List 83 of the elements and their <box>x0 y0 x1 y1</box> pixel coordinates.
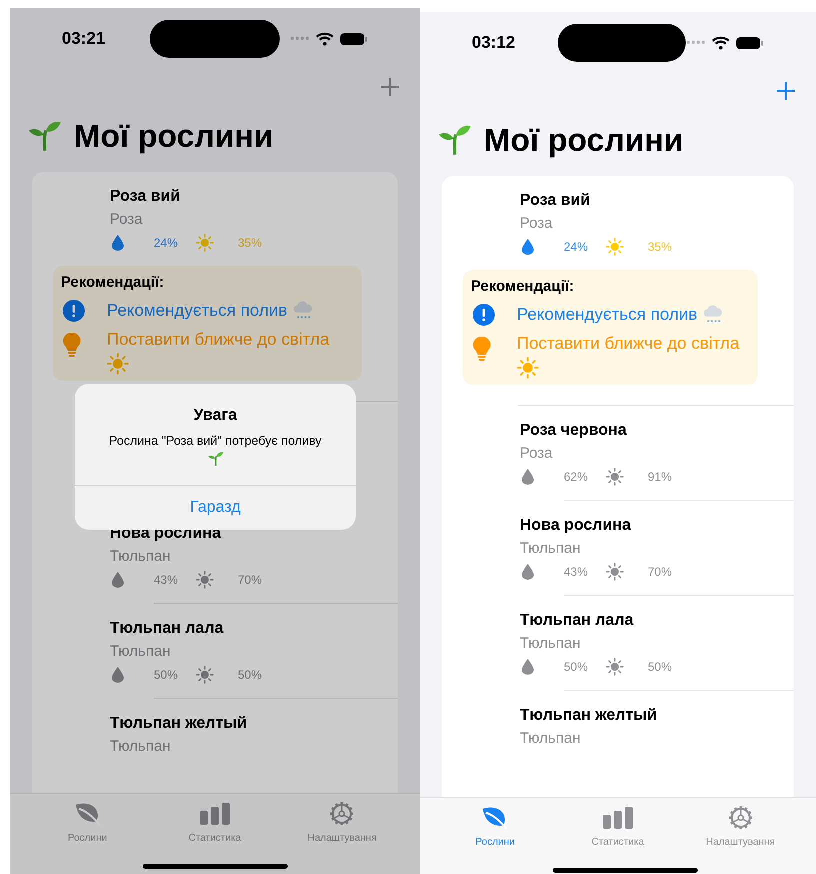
light-value: 70% <box>238 572 262 588</box>
plant-name[interactable]: Тюльпан желтый <box>110 712 398 734</box>
water-drop-icon <box>522 564 534 580</box>
plus-icon <box>776 81 796 101</box>
bar-chart-icon <box>198 802 231 826</box>
sun-icon <box>196 570 214 588</box>
plant-name[interactable]: Нова рослина <box>520 514 794 536</box>
leaf-icon <box>74 802 102 826</box>
water-drop-icon <box>112 235 124 251</box>
plant-species: Тюльпан <box>110 736 172 756</box>
sun-icon <box>196 666 214 684</box>
plant-species: Тюльпан <box>110 642 172 662</box>
light-value: 91% <box>648 468 672 486</box>
moisture-value: 62% <box>564 468 590 486</box>
plant-species: Роза <box>520 214 554 234</box>
sun-icon <box>606 658 624 676</box>
status-time: 03:21 <box>62 28 106 50</box>
tab-item[interactable]: Рослини <box>434 804 557 850</box>
light-bulb-icon <box>63 332 81 358</box>
plant-species: Тюльпан <box>520 634 582 654</box>
water-drop-icon <box>522 658 534 674</box>
sun-icon <box>517 356 539 378</box>
light-value: 35% <box>648 239 672 256</box>
sun-icon <box>196 234 214 252</box>
wifi-icon <box>316 32 334 46</box>
sun-icon <box>107 352 129 374</box>
recommendation-text: Поставити ближче до світла <box>517 334 740 352</box>
sun-icon <box>606 238 624 256</box>
recommendations-title: Рекомендації: <box>471 277 576 297</box>
add-button[interactable] <box>774 79 798 103</box>
plus-icon <box>380 77 400 97</box>
sprout-icon <box>28 119 62 153</box>
battery-icon <box>340 32 368 46</box>
light-value: 50% <box>238 666 262 684</box>
status-time: 03:12 <box>472 32 516 54</box>
recommendation-text: Поставити ближче до світла <box>107 330 330 348</box>
moisture-value: 50% <box>154 666 180 684</box>
alert-title: Увага <box>194 406 238 426</box>
moisture-value: 43% <box>564 564 590 580</box>
plant-name[interactable]: Роза червона <box>520 420 794 442</box>
recommendations-title: Рекомендації: <box>61 273 166 293</box>
alert-message: Рослина "Роза вий" потребує поливу <box>108 433 323 450</box>
water-drop-icon <box>112 666 124 682</box>
light-bulb-icon <box>473 336 491 362</box>
sun-icon <box>606 468 624 486</box>
plant-species: Тюльпан <box>520 728 582 748</box>
plant-name[interactable]: Роза вий <box>520 190 794 212</box>
plant-species: Тюльпан <box>110 546 172 566</box>
moisture-value: 24% <box>154 235 180 252</box>
plant-species: Роза <box>520 444 554 464</box>
sprout-icon <box>438 123 472 157</box>
plant-species: Роза <box>110 210 144 230</box>
gear-icon <box>728 805 754 831</box>
exclamation-icon <box>473 304 495 326</box>
exclamation-icon <box>63 300 85 322</box>
plant-name[interactable]: Тюльпан лала <box>110 618 398 640</box>
plant-species: Тюльпан <box>520 538 582 558</box>
plant-name[interactable]: Тюльпан лала <box>520 610 794 632</box>
water-drop-icon <box>522 239 534 255</box>
sun-icon <box>606 562 624 580</box>
signal-icon <box>290 37 310 41</box>
leaf-icon <box>481 806 510 830</box>
moisture-value: 24% <box>564 239 590 256</box>
page-title: Мої рослини <box>484 121 684 160</box>
sprout-icon <box>208 450 224 467</box>
gear-icon <box>329 801 356 827</box>
wifi-icon <box>712 36 730 50</box>
moisture-value: 50% <box>564 658 590 676</box>
moisture-value: 43% <box>154 572 180 588</box>
battery-icon <box>736 36 764 50</box>
light-value: 50% <box>648 658 672 676</box>
plant-name[interactable]: Тюльпан желтый <box>520 704 794 726</box>
water-drop-icon <box>522 468 534 484</box>
light-value: 35% <box>238 235 262 252</box>
recommendation-text: Рекомендується полив <box>517 304 698 324</box>
light-value: 70% <box>648 564 672 580</box>
signal-icon <box>686 41 706 45</box>
page-title: Мої рослини <box>74 117 274 156</box>
add-button[interactable] <box>378 75 402 99</box>
recommendation-text: Рекомендується полив <box>107 300 288 320</box>
water-drop-icon <box>112 572 124 588</box>
plant-name[interactable]: Роза вий <box>110 186 398 208</box>
bar-chart-icon <box>602 806 634 830</box>
